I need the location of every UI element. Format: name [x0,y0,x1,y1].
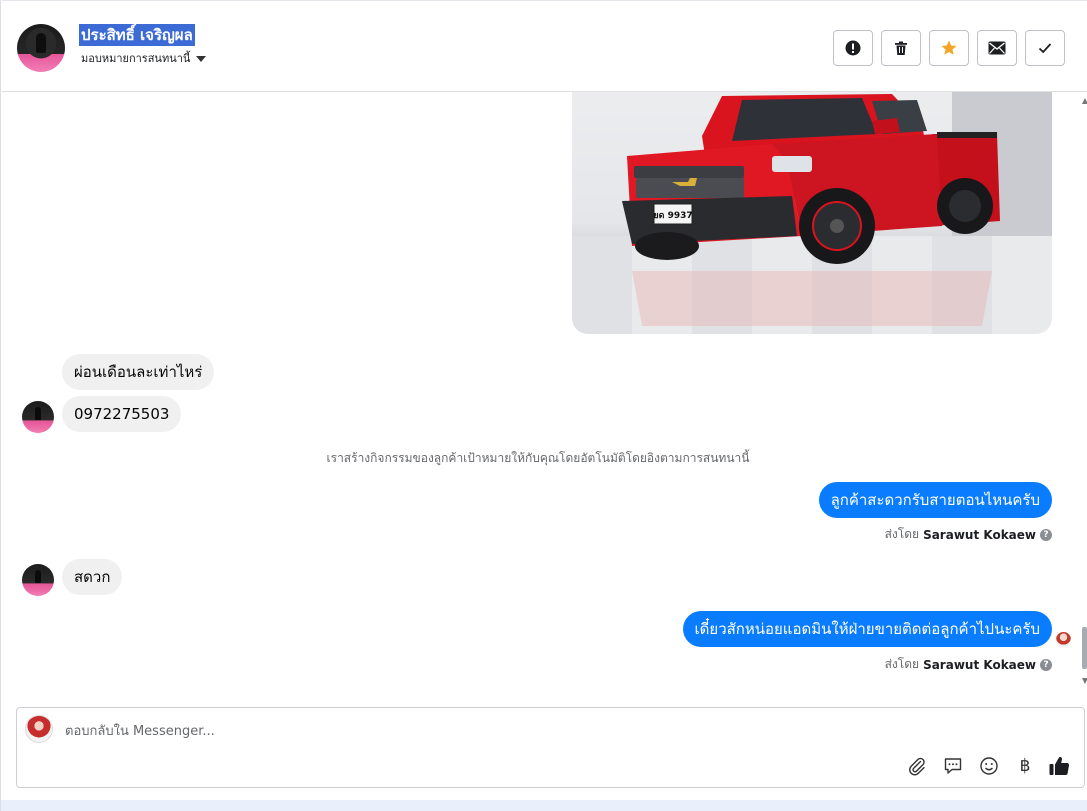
contact-name[interactable]: ประสิทธิ์ เจริญผล [79,24,195,46]
message-list[interactable]: ยด 9937 ผ่อนเดือนละเท่าไหร่ 0972275503 เ… [2,92,1082,696]
paperclip-icon [909,757,925,776]
messenger-thread-panel: ประสิทธิ์ เจริญผล มอบหมายการสนทนานี้ ยด … [0,0,1087,811]
delete-button[interactable] [881,30,921,66]
license-plate: ยด 9937 [653,211,692,221]
help-icon[interactable]: ? [1040,528,1052,541]
incoming-message[interactable]: 0972275503 [62,396,182,432]
caret-down-icon [196,56,207,62]
bottom-strip [1,800,1087,811]
check-icon [1038,43,1052,54]
message-text: สดวก [62,559,123,595]
mark-unread-button[interactable] [977,30,1017,66]
contact-avatar[interactable] [17,24,65,72]
sender-name: Sarawut Kokaew [923,527,1036,542]
sent-by-prefix: ส่งโดย [884,527,920,541]
scroll-up-arrow-icon[interactable] [1082,98,1087,104]
message-text: ลูกค้าสะดวกรับสายตอนไหนครับ [818,482,1052,518]
thumbs-up-icon [1049,757,1070,776]
message-text: เดี๋ยวสักหน่อยแอดมินให้ฝ่ายขายติดต่อลูกค… [682,611,1052,647]
sent-by-line: ส่งโดย Sarawut Kokaew ? [885,655,1052,674]
outgoing-message[interactable]: เดี๋ยวสักหน่อยแอดมินให้ฝ่ายขายติดต่อลูกค… [682,611,1052,647]
star-icon [941,40,957,55]
mark-spam-button[interactable] [833,30,873,66]
outgoing-message[interactable]: ลูกค้าสะดวกรับสายตอนไหนครับ [818,482,1052,518]
reply-composer: ฿ [16,707,1085,788]
car-illustration: ยด 9937 [622,94,1000,326]
incoming-message[interactable]: สดวก [62,559,123,595]
envelope-icon [988,41,1006,55]
customer-avatar[interactable] [22,564,54,596]
read-receipt-avatar [1056,632,1071,647]
baht-icon: ฿ [1019,756,1031,776]
thread-header: ประสิทธิ์ เจริญผล มอบหมายการสนทนานี้ [2,0,1087,92]
like-button[interactable] [1048,755,1070,777]
message-text: ผ่อนเดือนละเท่าไหร่ [62,354,215,390]
emoji-button[interactable] [978,755,1000,777]
payment-button[interactable]: ฿ [1014,755,1036,777]
assign-label: มอบหมายการสนทนานี้ [81,52,191,65]
mark-done-button[interactable] [1025,30,1065,66]
star-button[interactable] [929,30,969,66]
scroll-down-arrow-icon[interactable] [1082,678,1087,684]
sent-by-line: ส่งโดย Sarawut Kokaew ? [885,525,1052,544]
message-text: 0972275503 [62,396,182,432]
sent-by-prefix: ส่งโดย [884,657,920,671]
exclamation-icon [845,40,861,56]
incoming-message[interactable]: ผ่อนเดือนละเท่าไหร่ [62,354,215,390]
saved-replies-button[interactable] [942,755,964,777]
saved-reply-icon [944,758,962,774]
attach-button[interactable] [906,755,928,777]
conversation-scrollbar[interactable] [1082,92,1087,696]
car-image-attachment[interactable]: ยด 9937 [572,92,1052,334]
emoji-icon [980,757,998,775]
reply-input[interactable] [65,720,965,742]
scroll-thumb[interactable] [1082,627,1087,669]
page-avatar [25,715,53,743]
sender-name: Sarawut Kokaew [923,657,1036,672]
system-note: เราสร้างกิจกรรมของลูกค้าเป้าหมายให้กับคุ… [326,451,750,465]
assign-conversation-dropdown[interactable]: มอบหมายการสนทนานี้ [81,49,207,67]
trash-icon [895,41,907,55]
help-icon[interactable]: ? [1040,658,1052,671]
customer-avatar[interactable] [22,401,54,433]
